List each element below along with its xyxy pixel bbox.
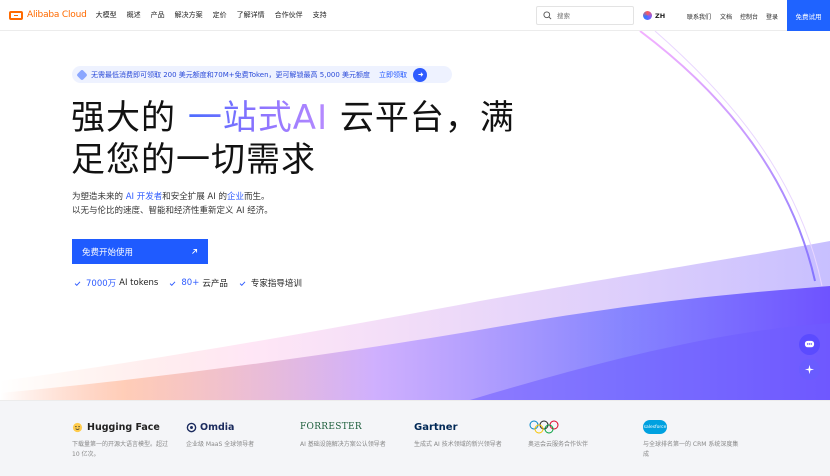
start-free-button[interactable]: 免费开始使用 <box>72 239 208 264</box>
partner-logo: Hugging Face <box>72 420 172 434</box>
globe-icon[interactable] <box>643 11 652 20</box>
search-box[interactable] <box>536 6 634 25</box>
headline-line2: 足您的一切需求 <box>71 140 316 180</box>
free-trial-button[interactable]: 免费试用 <box>787 0 830 31</box>
headline-highlight: 一站式AI <box>187 98 329 138</box>
benefit-list: 7000万 AI tokens 80+ 云产品 专家指导培训 <box>74 277 313 289</box>
alibaba-cloud-logo[interactable]: Alibaba Cloud <box>9 0 87 31</box>
nav-item-partners[interactable]: 合作伙伴 <box>275 10 303 20</box>
partner-logo: Omdia <box>186 420 286 434</box>
omdia-icon <box>186 422 197 432</box>
partner-desc: AI 基础设施解决方案公认领导者 <box>300 441 386 448</box>
partner-desc: 与全球排名第一的 CRM 系统深度集成 <box>643 441 739 458</box>
promo-claim-link[interactable]: 立即领取 <box>379 70 407 80</box>
partner-name: Hugging Face <box>87 421 160 433</box>
nav-item-learn-more[interactable]: 了解详情 <box>237 10 265 20</box>
chat-icon <box>804 340 815 348</box>
partner-forrester[interactable]: FORRESTER AI 基础设施解决方案公认领导者 <box>300 420 400 450</box>
search-input[interactable] <box>557 11 627 20</box>
login-link[interactable]: 登录 <box>766 12 778 21</box>
nav-item-overview[interactable]: 概述 <box>127 10 141 20</box>
hugging-face-icon <box>72 422 83 432</box>
start-free-label: 免费开始使用 <box>82 247 134 258</box>
partner-name: Omdia <box>200 421 235 433</box>
arrow-up-right-icon <box>192 248 198 254</box>
hero-description: 为塑造未来的 AI 开发者和安全扩展 AI 的企业而生。 以无与伦比的速度、智能… <box>72 190 273 218</box>
nav-item-models[interactable]: 大模型 <box>96 10 117 20</box>
nav-menu: 大模型 概述 产品 解决方案 定价 了解详情 合作伙伴 支持 <box>96 10 337 20</box>
nav-item-solutions[interactable]: 解决方案 <box>175 10 203 20</box>
arrow-right-icon <box>417 72 423 77</box>
salesforce-cloud-icon: salesforce <box>643 420 667 434</box>
hero-headline: 强大的 一站式AI 云平台，满 足您的一切需求 <box>71 97 515 181</box>
sparkle-icon <box>804 364 815 375</box>
partner-desc: 企业级 MaaS 全球领导者 <box>186 441 255 448</box>
promo-arrow-button[interactable] <box>413 67 428 82</box>
benefit-text: AI tokens <box>119 278 159 288</box>
benefit-number: 7000万 <box>86 279 117 289</box>
check-icon <box>239 281 246 286</box>
desc-text: 和安全扩展 AI 的 <box>162 192 227 202</box>
benefit-number: 80+ <box>181 278 200 288</box>
benefit-text: 专家指导培训 <box>250 279 302 289</box>
partner-desc: 生成式 AI 技术领域的新兴领导者 <box>414 441 502 448</box>
headline-part1: 强大的 <box>71 98 188 138</box>
partner-logo <box>528 420 628 434</box>
gift-icon <box>76 68 88 81</box>
headline-part2: 云平台，满 <box>328 98 515 138</box>
partner-desc: 奥运会云服务合作伙伴 <box>528 441 589 448</box>
desc-link-developers[interactable]: AI 开发者 <box>126 192 163 202</box>
search-icon <box>543 11 552 20</box>
partner-logo: FORRESTER <box>300 420 400 434</box>
partner-logo: salesforce <box>643 420 743 434</box>
top-nav: Alibaba Cloud 大模型 概述 产品 解决方案 定价 了解详情 合作伙… <box>0 0 830 31</box>
partner-salesforce[interactable]: salesforce 与全球排名第一的 CRM 系统深度集成 <box>643 420 743 460</box>
partner-huggingface[interactable]: Hugging Face 下载量第一的开源大语言模型。超过 10 亿次。 <box>72 420 172 460</box>
promo-text: 无需最低消费即可领取 200 美元额度和70M+免费Token，更可解锁最高 5… <box>91 70 371 79</box>
partner-name: salesforce <box>643 424 667 430</box>
partner-strip: Hugging Face 下载量第一的开源大语言模型。超过 10 亿次。 Omd… <box>0 400 830 476</box>
desc-text: 为塑造未来的 <box>72 192 126 202</box>
desc-line2: 以无与伦比的速度、智能和经济性重新定义 AI 经济。 <box>72 206 273 216</box>
desc-text: 而生。 <box>243 192 270 202</box>
partner-name: FORRESTER <box>300 422 362 432</box>
olympic-rings-icon <box>529 420 559 434</box>
partner-name: Gartner <box>414 421 458 433</box>
desc-link-enterprise[interactable]: 企业 <box>227 192 244 202</box>
partner-omdia[interactable]: Omdia 企业级 MaaS 全球领导者 <box>186 420 286 450</box>
language-switch[interactable]: ZH <box>655 12 665 20</box>
nav-item-products[interactable]: 产品 <box>151 10 165 20</box>
benefit-training: 专家指导培训 <box>239 277 302 289</box>
contact-us-link[interactable]: 联系我们 <box>687 12 711 21</box>
chat-float-button[interactable] <box>799 334 820 355</box>
logo-text: Alibaba Cloud <box>27 10 87 20</box>
benefit-products: 80+ 云产品 <box>169 277 228 289</box>
benefit-tokens: 7000万 AI tokens <box>74 277 158 289</box>
alibaba-logo-icon <box>9 10 23 20</box>
check-icon <box>170 281 176 286</box>
partner-desc: 下载量第一的开源大语言模型。超过 10 亿次。 <box>72 441 169 458</box>
partner-olympics[interactable]: 奥运会云服务合作伙伴 <box>528 420 628 450</box>
partner-gartner[interactable]: Gartner 生成式 AI 技术领域的新兴领导者 <box>414 420 514 450</box>
nav-item-pricing[interactable]: 定价 <box>213 10 227 20</box>
nav-item-support[interactable]: 支持 <box>313 10 327 20</box>
check-icon <box>74 281 81 286</box>
assistant-float-button[interactable] <box>799 359 820 380</box>
benefit-text: 云产品 <box>202 279 228 289</box>
console-link[interactable]: 控制台 <box>740 12 758 21</box>
docs-link[interactable]: 文档 <box>720 12 732 21</box>
promo-banner[interactable]: 无需最低消费即可领取 200 美元额度和70M+免费Token，更可解锁最高 5… <box>72 66 452 83</box>
partner-logo: Gartner <box>414 420 514 434</box>
